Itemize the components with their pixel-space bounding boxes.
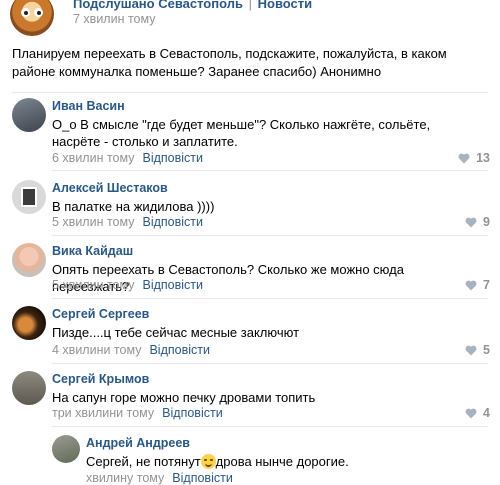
like-count: 9 bbox=[483, 215, 490, 229]
like-button[interactable]: 4 bbox=[465, 406, 490, 420]
heart-icon bbox=[458, 153, 470, 163]
like-count: 13 bbox=[476, 151, 490, 165]
comment-meta: 5 хвилин тому Відповісти bbox=[52, 278, 203, 292]
reply-text: Сергей, не потянут дрова нынче дорогие. bbox=[86, 453, 486, 470]
comment-author[interactable]: Иван Васин bbox=[52, 99, 125, 113]
reply-author[interactable]: Андрей Андреев bbox=[86, 436, 190, 450]
comment-divider bbox=[52, 298, 488, 299]
group-avatar[interactable] bbox=[10, 0, 54, 36]
group-name-link[interactable]: Подслушано Севастополь bbox=[73, 0, 243, 11]
comment-time[interactable]: 4 хвилини тому bbox=[52, 343, 141, 357]
reply-text-end: дрова нынче дорогие. bbox=[215, 454, 349, 469]
comment-text: Пизде....ц тебе сейчас месные заключют bbox=[52, 325, 300, 340]
comment-divider bbox=[52, 363, 488, 364]
avatar-eye-left bbox=[21, 8, 30, 17]
like-button[interactable]: 9 bbox=[465, 215, 490, 229]
comment-divider bbox=[52, 426, 488, 427]
comment-divider bbox=[52, 170, 488, 171]
commenter-avatar[interactable] bbox=[12, 98, 46, 132]
comment-author[interactable]: Сергей Крымов bbox=[52, 372, 149, 386]
comment-divider bbox=[52, 235, 488, 236]
comment-text: В палатке на жидилова )))) bbox=[52, 199, 215, 214]
post-text: Планируем переехать в Севастополь, подск… bbox=[12, 46, 447, 79]
comment-text: О_о В смысле "где будет меньше"? Сколько… bbox=[52, 117, 431, 149]
post-time[interactable]: 7 хвилин тому bbox=[73, 12, 155, 26]
like-count: 5 bbox=[483, 343, 490, 357]
post-header: Подслушано Севастополь | Новости 7 хвили… bbox=[0, 0, 500, 38]
avatar-eye-right bbox=[34, 8, 43, 17]
reply-text-start: Сергей, не потянут bbox=[86, 454, 201, 469]
reply-button[interactable]: Відповісти bbox=[172, 471, 233, 485]
comment-time[interactable]: 5 хвилин тому bbox=[52, 278, 134, 292]
like-count: 7 bbox=[483, 278, 490, 292]
reply-button[interactable]: Відповісти bbox=[142, 215, 203, 229]
heart-icon bbox=[465, 408, 477, 418]
post-divider bbox=[12, 92, 488, 93]
avatar-figure bbox=[21, 187, 37, 207]
comment-meta: 4 хвилини тому Відповісти bbox=[52, 343, 210, 357]
reply-button[interactable]: Відповісти bbox=[149, 343, 210, 357]
commenter-avatar[interactable] bbox=[12, 243, 46, 277]
like-button[interactable]: 7 bbox=[465, 278, 490, 292]
commenter-avatar[interactable] bbox=[12, 306, 46, 340]
like-button[interactable]: 13 bbox=[458, 151, 490, 165]
smile-emoji-icon bbox=[200, 454, 216, 469]
comment-author[interactable]: Алексей Шестаков bbox=[52, 181, 168, 195]
reply-button[interactable]: Відповісти bbox=[142, 151, 203, 165]
reply-button[interactable]: Відповісти bbox=[142, 278, 203, 292]
like-button[interactable]: 5 bbox=[465, 343, 490, 357]
reply-time[interactable]: хвилину тому bbox=[86, 471, 164, 485]
section-link[interactable]: Новости bbox=[258, 0, 313, 11]
comment-text: На сапун горе можно печку дровами топить bbox=[52, 390, 316, 405]
reply-button[interactable]: Відповісти bbox=[162, 406, 223, 420]
like-count: 4 bbox=[483, 406, 490, 420]
comment-meta: 5 хвилин тому Відповісти bbox=[52, 215, 203, 229]
reply-meta: хвилину тому Відповісти bbox=[86, 471, 233, 485]
heart-icon bbox=[465, 280, 477, 290]
comment-time[interactable]: 6 хвилин тому bbox=[52, 151, 134, 165]
title-separator: | bbox=[248, 0, 252, 11]
heart-icon bbox=[465, 217, 477, 227]
comment-author[interactable]: Сергей Сергеев bbox=[52, 307, 149, 321]
commenter-avatar[interactable] bbox=[12, 180, 46, 214]
group-title: Подслушано Севастополь | Новости bbox=[73, 0, 312, 11]
heart-icon bbox=[465, 345, 477, 355]
commenter-avatar[interactable] bbox=[12, 371, 46, 405]
replier-avatar[interactable] bbox=[52, 435, 80, 463]
comment-meta: 6 хвилин тому Відповісти bbox=[52, 151, 203, 165]
comment-time[interactable]: три хвилини тому bbox=[52, 406, 154, 420]
comment-author[interactable]: Вика Кайдаш bbox=[52, 244, 133, 258]
comment-meta: три хвилини тому Відповісти bbox=[52, 406, 223, 420]
comment-time[interactable]: 5 хвилин тому bbox=[52, 215, 134, 229]
